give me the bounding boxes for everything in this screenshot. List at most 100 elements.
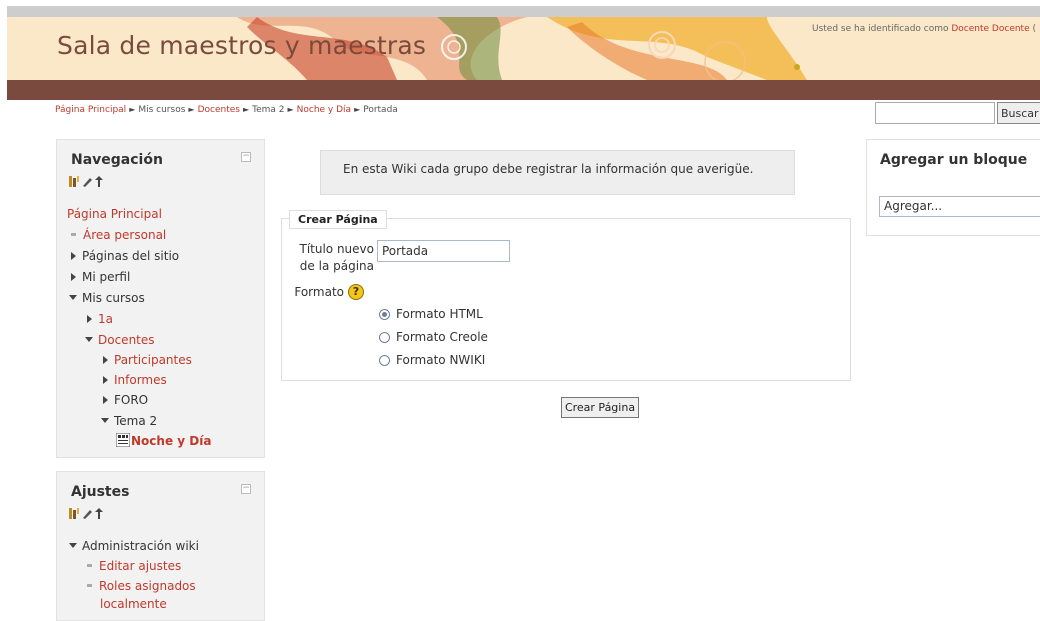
- expand-arrow-icon: [103, 356, 108, 364]
- search-input[interactable]: [875, 102, 995, 124]
- expand-arrow-icon: [71, 273, 76, 281]
- breadcrumb-separator: ►: [188, 105, 195, 114]
- nav-item-mi-perfil[interactable]: Mi perfil: [71, 270, 130, 284]
- settings-item-label: Roles asignados: [99, 579, 196, 593]
- title-label: Título nuevo de la página: [292, 241, 374, 275]
- add-block-select[interactable]: Agregar...: [879, 196, 1040, 217]
- expand-arrow-icon: [103, 376, 108, 384]
- expand-arrow-icon: [71, 252, 76, 260]
- nav-item-docentes[interactable]: Docentes: [85, 333, 155, 347]
- nav-item-label: Páginas del sitio: [82, 249, 180, 263]
- login-info: Usted se ha identificado como Docente Do…: [812, 24, 1036, 34]
- format-option-html[interactable]: Formato HTML: [379, 307, 483, 321]
- move-icon[interactable]: [69, 508, 79, 519]
- help-icon[interactable]: ?: [348, 284, 364, 300]
- navigation-title: Navegación: [71, 152, 163, 168]
- breadcrumb-mis-cursos: Mis cursos: [138, 105, 186, 115]
- settings-item-label: Editar ajustes: [99, 559, 182, 573]
- settings-item-localmente[interactable]: localmente: [100, 597, 167, 611]
- breadcrumb-portada: Portada: [363, 105, 398, 115]
- bullet-icon: [87, 564, 92, 567]
- bullet-icon: [71, 233, 76, 236]
- wiki-icon: [115, 432, 131, 448]
- format-option-label: Formato HTML: [396, 307, 483, 321]
- nav-item-label: FORO: [114, 393, 149, 407]
- format-option-label: Formato Creole: [396, 330, 488, 344]
- collapse-arrow-icon: [85, 337, 93, 342]
- block-edit-icons: [69, 508, 103, 519]
- add-block-panel: Agregar un bloque: [866, 139, 1040, 236]
- login-user-link[interactable]: Docente Docente: [951, 24, 1029, 34]
- title-label-line2: de la página: [299, 259, 374, 273]
- nav-item-noche-y-dia[interactable]: Noche y Día: [115, 432, 212, 448]
- top-grey-bar: [7, 6, 1040, 17]
- site-title[interactable]: Sala de maestros y maestras: [57, 31, 426, 60]
- wiki-intro-box: En esta Wiki cada grupo debe registrar l…: [320, 150, 795, 195]
- settings-item-roles-asignados[interactable]: Roles asignados: [87, 579, 196, 593]
- nav-item-tema-2[interactable]: Tema 2: [101, 414, 157, 428]
- nav-item-label: Noche y Día: [131, 434, 212, 448]
- settings-title: Ajustes: [71, 484, 130, 500]
- breadcrumb-separator: ►: [242, 105, 250, 114]
- settings-item-editar-ajustes[interactable]: Editar ajustes: [87, 559, 181, 573]
- radio-html[interactable]: [379, 308, 390, 320]
- breadcrumb-separator: ►: [129, 105, 136, 114]
- create-page-legend: Crear Página: [289, 210, 387, 229]
- nav-item-mis-cursos[interactable]: Mis cursos: [69, 291, 145, 305]
- format-option-creole[interactable]: Formato Creole: [379, 330, 488, 344]
- breadcrumb-separator: ►: [354, 105, 361, 114]
- format-option-nwiki[interactable]: Formato NWIKI: [379, 353, 485, 367]
- nav-item-1a[interactable]: 1a: [87, 312, 113, 326]
- login-prefix: Usted se ha identificado como: [812, 24, 952, 34]
- header-brown-bar: [7, 80, 1040, 100]
- nav-item-label: Mi perfil: [82, 270, 131, 284]
- collapse-arrow-icon: [69, 295, 77, 300]
- format-option-label: Formato NWIKI: [396, 353, 486, 367]
- expand-arrow-icon: [103, 396, 108, 404]
- nav-item-label: Participantes: [114, 353, 192, 367]
- nav-item-area-personal[interactable]: Área personal: [71, 228, 166, 242]
- edit-icon[interactable]: [82, 176, 92, 187]
- settings-block: Ajustes − Administración wiki Editar aju…: [56, 471, 265, 621]
- nav-item-label: Informes: [114, 373, 167, 387]
- hide-icon[interactable]: [95, 176, 103, 187]
- nav-item-participantes[interactable]: Participantes: [103, 353, 192, 367]
- create-page-button[interactable]: Crear Página: [561, 397, 639, 418]
- add-block-title: Agregar un bloque: [880, 152, 1028, 168]
- page-title-input[interactable]: [377, 240, 510, 262]
- nav-item-label: Área personal: [83, 228, 167, 242]
- move-icon[interactable]: [69, 176, 79, 187]
- collapse-icon[interactable]: −: [241, 152, 251, 162]
- nav-item-label: Mis cursos: [82, 291, 145, 305]
- login-suffix: (: [1029, 24, 1036, 34]
- nav-item-foro[interactable]: FORO: [103, 393, 148, 407]
- bullet-icon: [87, 584, 92, 587]
- nav-item-label: Docentes: [98, 333, 155, 347]
- format-label: Formato: [294, 285, 344, 299]
- collapse-arrow-icon: [69, 543, 77, 548]
- nav-item-paginas-del-sitio[interactable]: Páginas del sitio: [71, 249, 179, 263]
- breadcrumb-home[interactable]: Página Principal: [55, 105, 126, 115]
- breadcrumb-tema-2: Tema 2: [252, 105, 285, 115]
- search-button[interactable]: Buscar: [997, 102, 1040, 124]
- navigation-block: Navegación − Página Principal Área perso…: [56, 139, 265, 458]
- nav-item-informes[interactable]: Informes: [103, 373, 167, 387]
- title-label-line1: Título nuevo: [299, 242, 374, 256]
- nav-item-pagina-principal[interactable]: Página Principal: [67, 207, 162, 221]
- breadcrumb: Página Principal ► Mis cursos ► Docentes ► Tem…: [55, 105, 398, 115]
- nav-item-label: Página Principal: [67, 207, 162, 221]
- breadcrumb-noche-y-dia[interactable]: Noche y Día: [297, 105, 351, 115]
- settings-item-label: Administración wiki: [82, 539, 199, 553]
- settings-item-label: localmente: [100, 597, 167, 611]
- collapse-icon[interactable]: −: [241, 484, 251, 494]
- breadcrumb-separator: ►: [287, 105, 294, 114]
- hide-icon[interactable]: [95, 508, 103, 519]
- breadcrumb-docentes[interactable]: Docentes: [198, 105, 240, 115]
- nav-item-label: 1a: [98, 312, 113, 326]
- radio-nwiki[interactable]: [379, 354, 390, 366]
- edit-icon[interactable]: [82, 508, 92, 519]
- settings-item-administracion-wiki[interactable]: Administración wiki: [69, 539, 199, 553]
- block-edit-icons: [69, 176, 103, 187]
- page-header: Sala de maestros y maestras Usted se ha …: [7, 17, 1040, 80]
- radio-creole[interactable]: [379, 331, 390, 343]
